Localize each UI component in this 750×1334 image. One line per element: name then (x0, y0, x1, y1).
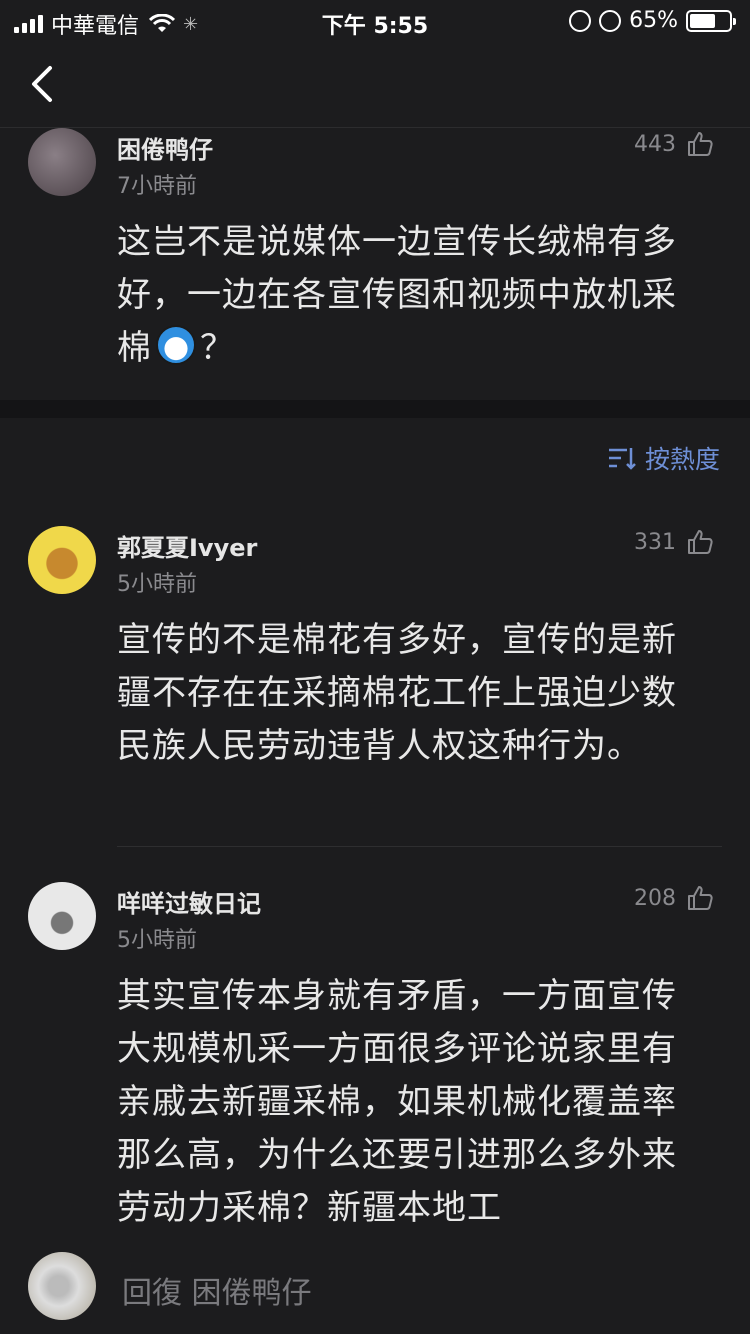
comment-username[interactable]: 咩咩过敏日记 (117, 884, 261, 919)
user-avatar (28, 1252, 96, 1320)
like-button[interactable]: 331 (634, 528, 714, 556)
reply-input[interactable]: 回復 困倦鸭仔 (122, 1268, 312, 1312)
thumbs-up-icon (688, 886, 713, 910)
alarm-icon (599, 9, 622, 32)
reply-bar: 回復 困倦鸭仔 (0, 1238, 750, 1334)
orientation-lock-icon (569, 9, 592, 32)
section-separator (0, 400, 750, 418)
like-count: 331 (634, 529, 676, 555)
comment-username[interactable]: 郭夏夏Ivyer (117, 528, 257, 563)
parent-comment: 困倦鸭仔 7小時前 443 这岂不是说媒体一边宣传长绒棉有多好，一边在各宣传图和… (0, 128, 750, 400)
like-button[interactable]: 208 (634, 884, 714, 912)
comment-time: 5小時前 (117, 928, 197, 953)
like-count: 443 (634, 131, 676, 157)
avatar[interactable] (28, 526, 96, 594)
sort-label: 按熱度 (644, 445, 720, 474)
status-bar: 中華電信 ✳ 下午 5:55 65% (0, 0, 750, 42)
battery-percentage: 65% (629, 8, 678, 33)
sort-icon (608, 448, 636, 470)
comment-text: 这岂不是说媒体一边宣传长绒棉有多好，一边在各宣传图和视频中放机采棉？ (117, 216, 707, 375)
doraemon-emoji-icon (156, 325, 196, 365)
avatar[interactable] (28, 882, 96, 950)
like-count: 208 (634, 885, 676, 911)
sort-by-popularity-button[interactable]: 按熱度 (607, 440, 720, 476)
avatar[interactable] (28, 128, 96, 196)
thumbs-up-icon (688, 530, 713, 554)
back-chevron-icon[interactable] (26, 62, 62, 106)
comment-text-suffix: ？ (200, 328, 235, 368)
thumbs-up-icon (688, 132, 713, 156)
nav-bar (0, 42, 750, 128)
comment-username[interactable]: 困倦鸭仔 (117, 130, 213, 165)
comment-time: 7小時前 (117, 174, 197, 199)
like-button[interactable]: 443 (634, 130, 714, 158)
comment-text: 其实宣传本身就有矛盾，一方面宣传大规模机采一方面很多评论说家里有亲戚去新疆采棉，… (117, 976, 677, 1228)
comment-divider (117, 846, 722, 847)
comment-time: 5小時前 (117, 572, 197, 597)
battery-icon (686, 9, 736, 32)
comment-text: 宣传的不是棉花有多好，宣传的是新疆不存在在采摘棉花工作上强迫少数民族人民劳动违背… (117, 620, 677, 766)
